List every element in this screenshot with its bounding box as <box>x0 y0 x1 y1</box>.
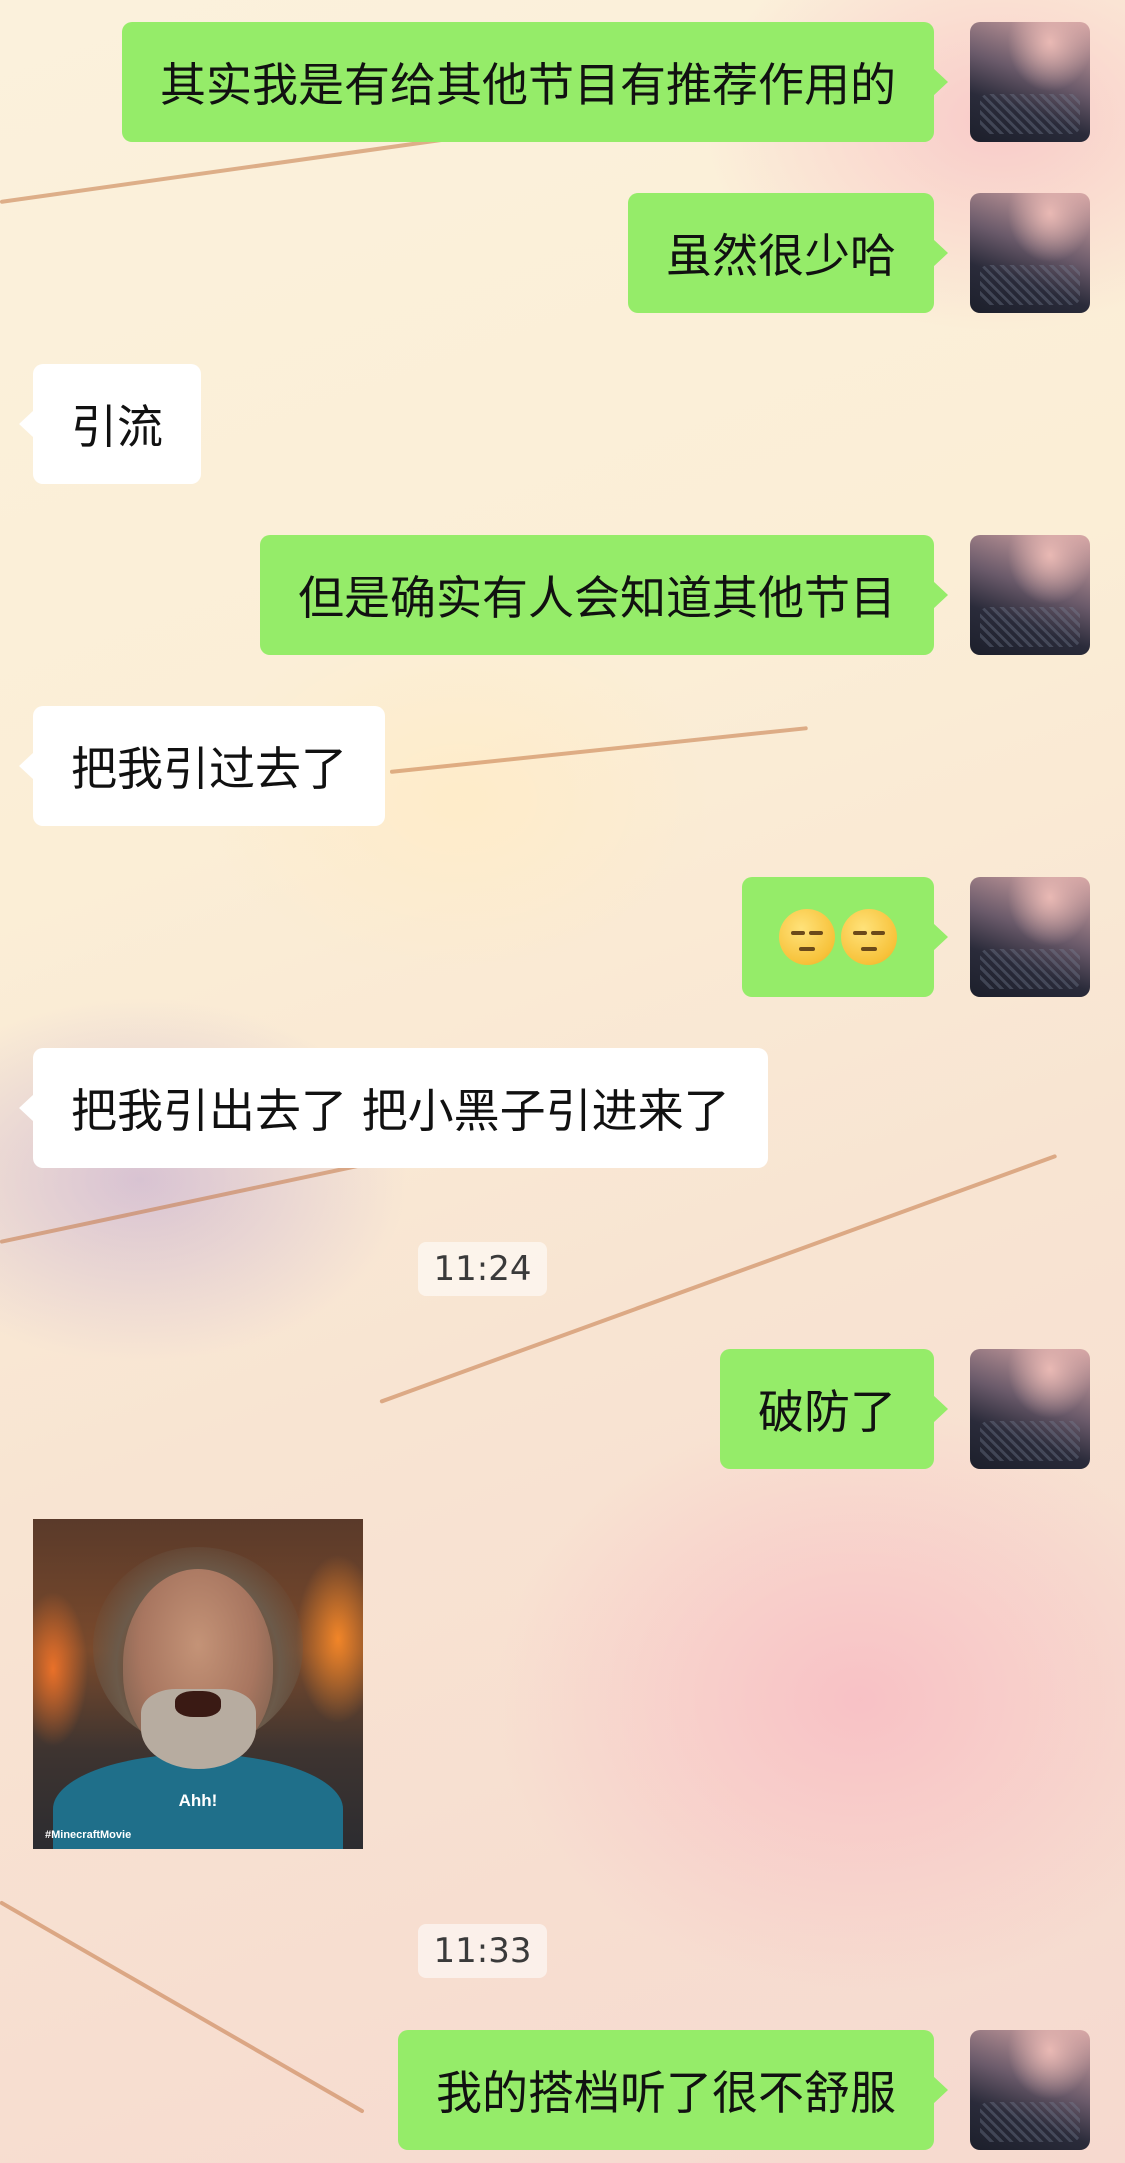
message-bubble-incoming[interactable]: 引流 <box>19 364 201 484</box>
message-bubble-outgoing[interactable] <box>742 877 948 997</box>
sticker-image[interactable]: Ahh! #MinecraftMovie <box>33 1519 363 1849</box>
background-illustration-line <box>389 726 808 774</box>
message-bubble-outgoing[interactable]: 其实我是有给其他节目有推荐作用的 <box>122 22 948 142</box>
message-bubble-incoming[interactable]: 把我引过去了 <box>19 706 385 826</box>
my-avatar[interactable] <box>970 2030 1090 2150</box>
message-bubble-incoming[interactable]: 把我引出去了 把小黑子引进来了 <box>19 1048 768 1168</box>
chat-timestamp: 11:24 <box>417 1242 548 1296</box>
my-avatar[interactable] <box>970 193 1090 313</box>
my-avatar[interactable] <box>970 877 1090 997</box>
sticker-hashtag: #MinecraftMovie <box>45 1829 132 1841</box>
message-bubble-outgoing[interactable]: 破防了 <box>720 1349 948 1469</box>
sticker-mouth <box>175 1691 221 1717</box>
my-avatar[interactable] <box>970 22 1090 142</box>
background-illustration-line <box>0 1900 365 2114</box>
my-avatar[interactable] <box>970 1349 1090 1469</box>
unamused-face-icon <box>779 909 835 965</box>
message-bubble-outgoing[interactable]: 虽然很少哈 <box>628 193 948 313</box>
sticker-caption: Ahh! <box>178 1791 218 1810</box>
message-bubble-outgoing[interactable]: 我的搭档听了很不舒服 <box>398 2030 948 2150</box>
chat-timestamp: 11:33 <box>417 1924 548 1978</box>
message-bubble-outgoing[interactable]: 但是确实有人会知道其他节目 <box>260 535 948 655</box>
unamused-face-icon <box>841 909 897 965</box>
my-avatar[interactable] <box>970 535 1090 655</box>
